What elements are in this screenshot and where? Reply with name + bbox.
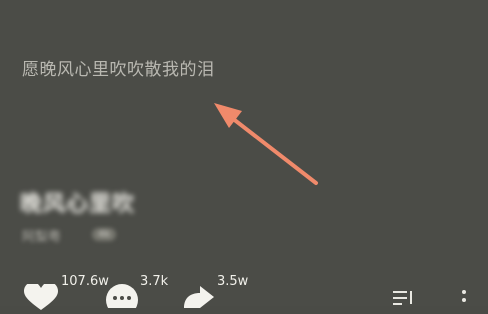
quality-badge: 4k bbox=[92, 228, 117, 241]
more-button[interactable] bbox=[460, 288, 468, 310]
heart-icon bbox=[24, 282, 58, 310]
playlist-button[interactable] bbox=[393, 288, 415, 310]
playlist-icon bbox=[393, 291, 412, 305]
song-title[interactable]: 晚风心里吹 bbox=[20, 186, 135, 218]
more-icon bbox=[462, 290, 466, 302]
artist-name[interactable]: 阿梨粤 bbox=[22, 226, 61, 245]
player-screen: 愿晚风心里吹吹散我的泪 晚风心里吹 阿梨粤 4k 107.6w 3.7k 3.5… bbox=[0, 0, 488, 314]
comment-button[interactable] bbox=[106, 284, 138, 314]
comment-icon bbox=[106, 284, 138, 314]
share-count: 3.5w bbox=[217, 274, 249, 289]
share-button[interactable] bbox=[180, 284, 216, 312]
share-icon bbox=[184, 286, 214, 308]
comment-count: 3.7k bbox=[140, 274, 169, 289]
like-button[interactable] bbox=[24, 282, 58, 314]
like-count: 107.6w bbox=[61, 274, 109, 289]
annotation-arrow bbox=[214, 103, 318, 185]
